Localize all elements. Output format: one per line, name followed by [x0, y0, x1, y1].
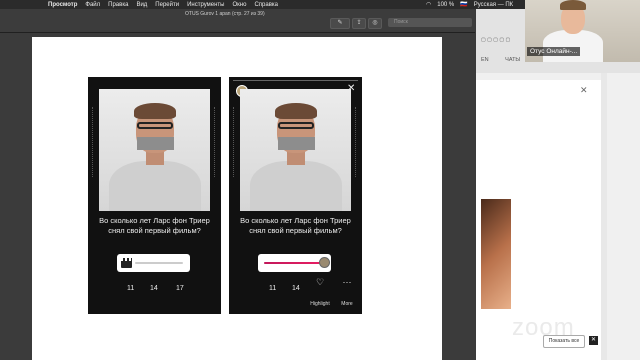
story-screenshot-right: ✕ Во сколько лет Ларс фон Триер снял сво…	[229, 77, 362, 314]
answer-option: 14	[292, 285, 300, 292]
emoji-slider[interactable]	[117, 254, 190, 272]
annotate-button[interactable]: ◎	[368, 18, 382, 29]
wifi-icon[interactable]: ◠	[426, 1, 431, 8]
film-strip-decoration	[233, 107, 237, 177]
person-photo	[99, 89, 210, 211]
menu-help[interactable]: Справка	[254, 2, 278, 8]
person-photo	[240, 89, 351, 211]
more-icon[interactable]: ···	[333, 277, 361, 287]
highlight-label[interactable]: Highlight	[306, 301, 334, 307]
answer-option: 11	[269, 285, 277, 292]
slider-track[interactable]	[135, 262, 183, 264]
menu-file[interactable]: Файл	[85, 2, 100, 8]
highlight-icon[interactable]: ♡	[306, 277, 334, 288]
battery-text[interactable]: 100 %	[437, 2, 454, 8]
answer-option: 14	[150, 285, 158, 292]
zoom-video-tile: Отус Онлайн-...	[525, 0, 640, 62]
emoji-slider[interactable]	[258, 254, 331, 272]
slider-track[interactable]	[264, 262, 324, 264]
nav-chats[interactable]: ЧАТЫ	[505, 57, 520, 63]
clapperboard-icon	[121, 258, 132, 268]
markup-pen-button[interactable]: ✎	[330, 18, 350, 29]
input-source[interactable]: Русская — ПК	[474, 2, 513, 8]
menu-app-name[interactable]: Просмотр	[48, 2, 77, 8]
more-label[interactable]: More	[333, 301, 361, 307]
quiz-question: Во сколько лет Ларс фон Триер снял свой …	[99, 216, 210, 235]
menu-go[interactable]: Перейти	[155, 2, 179, 8]
menu-edit[interactable]: Правка	[108, 2, 128, 8]
film-strip-decoration	[214, 107, 218, 177]
slider-knob[interactable]	[319, 257, 330, 268]
answer-option: 17	[176, 285, 184, 292]
preview-toolbar: OTUS Gurov 1 apan (стр. 27 из 39) ✎ ⇪ ◎ …	[0, 9, 475, 33]
zoom-watermark: zoom	[512, 314, 575, 341]
document-title: OTUS Gurov 1 apan (стр. 27 из 39)	[185, 11, 265, 17]
menu-window[interactable]: Окно	[233, 2, 247, 8]
menu-tools[interactable]: Инструменты	[187, 2, 224, 8]
search-input[interactable]: Поиск	[388, 18, 472, 27]
participant-name: Отус Онлайн-...	[527, 47, 581, 56]
flag-icon[interactable]: 🇷🇺	[460, 1, 467, 8]
close-icon[interactable]: ✕	[589, 336, 598, 345]
share-button[interactable]: ⇪	[352, 18, 366, 29]
status-area: ◠ 100 % 🇷🇺 Русская — ПК	[420, 0, 513, 9]
quiz-question: Во сколько лет Ларс фон Триер снял свой …	[240, 216, 351, 235]
story-progress-bar	[233, 80, 358, 81]
slider-fill	[264, 262, 324, 264]
answer-option: 11	[127, 285, 135, 292]
story-screenshot-left: Во сколько лет Ларс фон Триер снял свой …	[88, 77, 221, 314]
menu-view[interactable]: Вид	[136, 2, 147, 8]
nav-lang[interactable]: EN	[481, 57, 489, 63]
bookmark-bar: ▢ ▢ ▢ ▢ ▢	[481, 37, 511, 43]
close-icon[interactable]: ✕	[580, 85, 588, 96]
film-strip-decoration	[355, 107, 359, 177]
film-strip-decoration	[92, 107, 96, 177]
scrollbar[interactable]	[601, 73, 607, 360]
site-image	[481, 199, 511, 309]
